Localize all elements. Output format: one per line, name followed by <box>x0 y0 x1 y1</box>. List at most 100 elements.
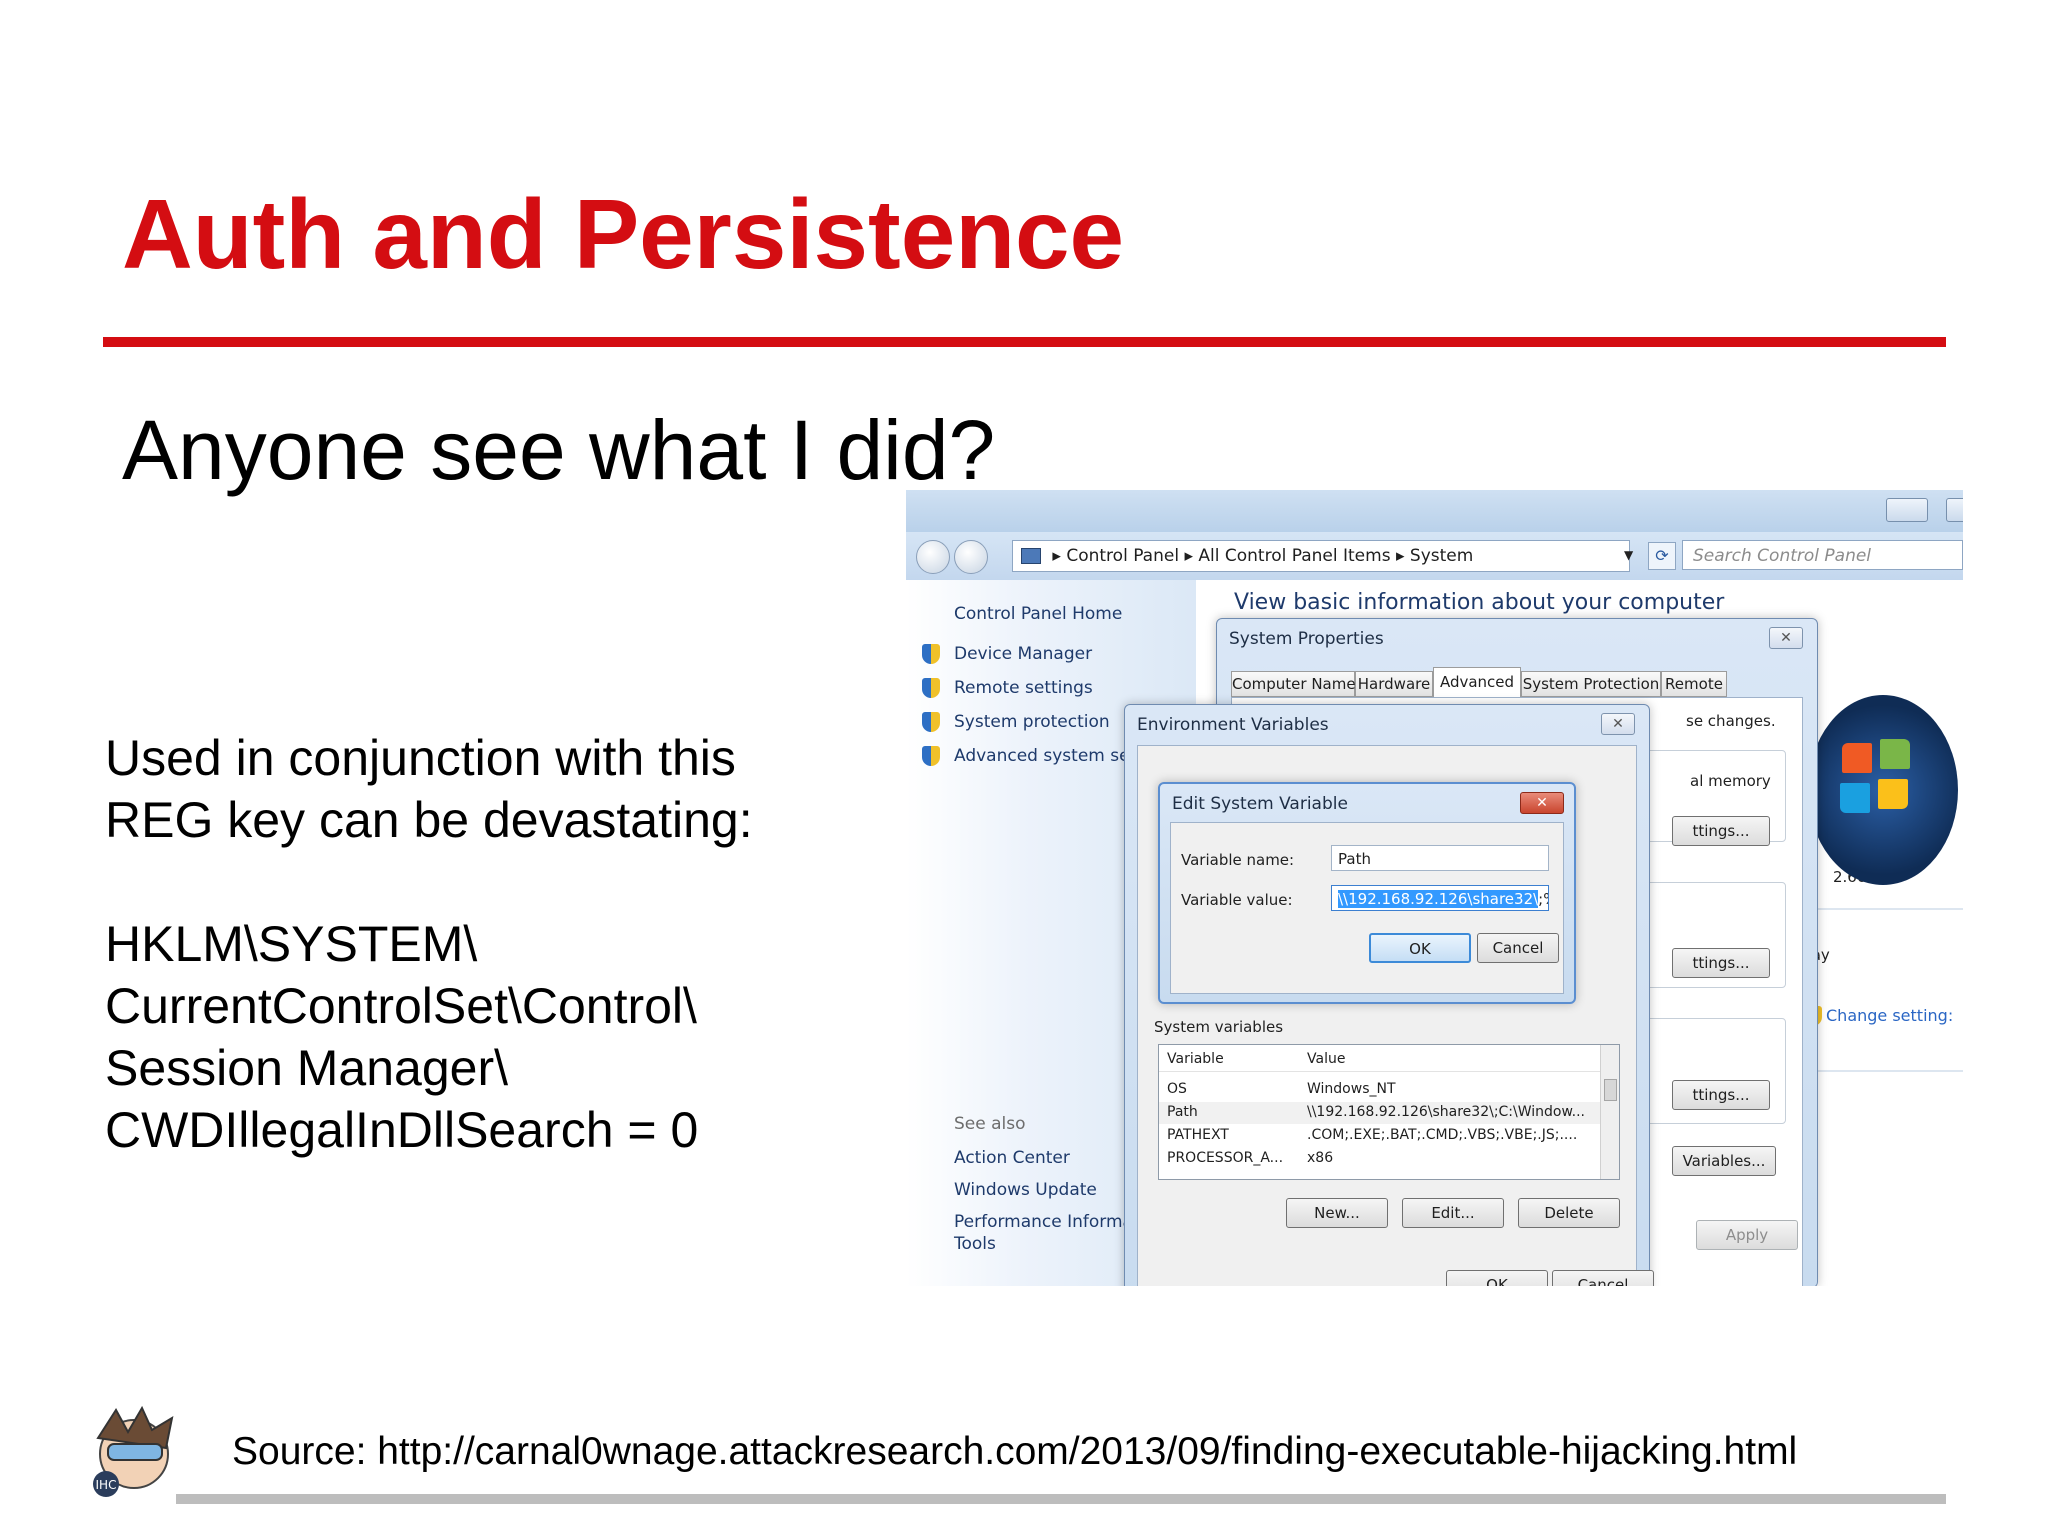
table-row[interactable]: Path \\192.168.92.126\share32\;C:\Window… <box>1159 1102 1619 1124</box>
see-also-label: See also <box>954 1114 1026 1134</box>
slide-title: Auth and Persistence <box>122 179 1125 289</box>
registry-path-line: HKLM\SYSTEM\ <box>105 916 478 972</box>
cancel-button[interactable]: Cancel <box>1552 1270 1654 1286</box>
advanced-settings-link[interactable]: Advanced system setti <box>954 746 1148 766</box>
scrollbar[interactable] <box>1600 1045 1619 1179</box>
breadcrumb-separator-icon: ▸ <box>1184 546 1199 566</box>
close-icon[interactable]: ✕ <box>1601 713 1635 735</box>
performance-settings-button[interactable]: ttings... <box>1672 816 1770 846</box>
tab-system-protection[interactable]: System Protection <box>1521 671 1661 697</box>
edit-variable-button[interactable]: Edit... <box>1402 1198 1504 1228</box>
apply-button[interactable]: Apply <box>1696 1220 1798 1250</box>
close-icon[interactable]: ✕ <box>1769 627 1803 649</box>
delete-variable-button[interactable]: Delete <box>1518 1198 1620 1228</box>
performance-tools-link[interactable]: Tools <box>954 1234 996 1254</box>
dialog-title: System Properties <box>1229 629 1384 649</box>
table-row[interactable]: OS Windows_NT <box>1159 1079 1619 1101</box>
column-header-value[interactable]: Value <box>1307 1051 1345 1067</box>
control-panel-screenshot: ▸ Control Panel ▸ All Control Panel Item… <box>906 490 1963 1286</box>
address-dropdown-icon[interactable]: ▼ <box>1624 548 1633 562</box>
value-cell: Windows_NT <box>1307 1081 1396 1097</box>
ok-button[interactable]: OK <box>1369 933 1471 963</box>
value-cell: .COM;.EXE;.BAT;.CMD;.VBS;.VBE;.JS;.... <box>1307 1127 1578 1143</box>
variable-name-label: Variable name: <box>1181 851 1295 869</box>
logo-red-pane <box>1842 743 1872 773</box>
cancel-button[interactable]: Cancel <box>1477 933 1559 963</box>
body-line: REG key can be devastating: <box>105 792 753 848</box>
remote-settings-link[interactable]: Remote settings <box>954 678 1093 698</box>
tab-remote[interactable]: Remote <box>1661 671 1727 697</box>
system-protection-link[interactable]: System protection <box>954 712 1110 732</box>
variable-cell: PATHEXT <box>1167 1127 1229 1143</box>
minimize-button[interactable] <box>1886 498 1928 522</box>
change-settings-link[interactable]: Change setting: <box>1826 1006 1953 1025</box>
windows-logo <box>1808 695 1958 885</box>
breadcrumb-system[interactable]: System <box>1410 546 1473 566</box>
body-line: Used in conjunction with this <box>105 730 736 786</box>
system-variables-label: System variables <box>1154 1018 1284 1036</box>
table-row[interactable]: PROCESSOR_A... x86 <box>1159 1148 1619 1170</box>
source-citation: Source: http://carnal0wnage.attackresear… <box>232 1430 1798 1473</box>
user-profiles-settings-button[interactable]: ttings... <box>1672 948 1770 978</box>
partial-label: al memory <box>1690 772 1771 790</box>
shield-icon <box>922 746 940 766</box>
ihc-mascot-logo: IHC <box>93 1405 174 1497</box>
registry-value-line: CWDIllegalInDllSearch = 0 <box>105 1102 699 1158</box>
ok-button[interactable]: OK <box>1446 1270 1548 1286</box>
table-row[interactable]: PATHEXT .COM;.EXE;.BAT;.CMD;.VBS;.VBE;.J… <box>1159 1125 1619 1147</box>
environment-variables-button[interactable]: Variables... <box>1672 1146 1776 1176</box>
logo-green-pane <box>1880 739 1910 769</box>
breadcrumb-separator-icon: ▸ <box>1052 546 1067 566</box>
startup-recovery-settings-button[interactable]: ttings... <box>1672 1080 1770 1110</box>
windows-update-link[interactable]: Windows Update <box>954 1180 1097 1200</box>
address-bar[interactable]: ▸ Control Panel ▸ All Control Panel Item… <box>1012 540 1630 572</box>
scrollbar-thumb[interactable] <box>1604 1079 1617 1101</box>
breadcrumb-separator-icon: ▸ <box>1395 546 1410 566</box>
device-manager-link[interactable]: Device Manager <box>954 644 1092 664</box>
footer-divider <box>176 1494 1946 1504</box>
dialog-title: Edit System Variable <box>1172 794 1348 814</box>
variable-cell: OS <box>1167 1081 1187 1097</box>
logo-yellow-pane <box>1878 779 1908 809</box>
logo-blue-pane <box>1840 783 1870 813</box>
column-header-variable[interactable]: Variable <box>1167 1051 1224 1067</box>
dialog-body: Variable name: Path Variable value: \\19… <box>1170 822 1564 994</box>
page-heading: View basic information about your comput… <box>1234 590 1725 615</box>
control-panel-home-link[interactable]: Control Panel Home <box>954 604 1122 624</box>
tab-advanced[interactable]: Advanced <box>1433 667 1521 698</box>
shield-icon <box>922 644 940 664</box>
window-titlebar <box>906 490 1963 532</box>
shield-icon <box>922 712 940 732</box>
system-variables-list[interactable]: Variable Value OS Windows_NT Path \\192.… <box>1158 1044 1620 1180</box>
tab-hardware[interactable]: Hardware <box>1355 671 1433 697</box>
variable-value-field[interactable]: \\192.168.92.126\share32\;%SystemRoot% <box>1331 885 1549 911</box>
title-divider <box>103 337 1946 347</box>
logo-text: IHC <box>96 1478 117 1492</box>
breadcrumb-control-panel[interactable]: Control Panel <box>1066 546 1179 566</box>
back-icon[interactable] <box>916 540 950 574</box>
breadcrumb-all-items[interactable]: All Control Panel Items <box>1198 546 1390 566</box>
registry-path-line: Session Manager\ <box>105 1040 509 1096</box>
forward-icon[interactable] <box>954 540 988 574</box>
refresh-icon[interactable]: ⟳ <box>1648 542 1676 570</box>
navigation-bar: ▸ Control Panel ▸ All Control Panel Item… <box>906 532 1963 580</box>
unselected-text: ;%SystemRoot% <box>1538 890 1548 908</box>
variable-name-field[interactable]: Path <box>1331 845 1549 871</box>
maximize-button[interactable] <box>1946 498 1963 522</box>
slide-subtitle: Anyone see what I did? <box>122 403 996 497</box>
search-input[interactable]: Search Control Panel <box>1682 540 1963 570</box>
variable-value-label: Variable value: <box>1181 891 1293 909</box>
dialog-title: Environment Variables <box>1137 715 1329 735</box>
registry-path-line: CurrentControlSet\Control\ <box>105 978 697 1034</box>
partial-label: se changes. <box>1686 712 1776 730</box>
performance-info-link[interactable]: Performance Informati <box>954 1212 1144 1232</box>
action-center-link[interactable]: Action Center <box>954 1148 1070 1168</box>
close-icon[interactable]: ✕ <box>1520 792 1564 814</box>
value-cell: \\192.168.92.126\share32\;C:\Window... <box>1307 1104 1586 1120</box>
computer-icon <box>1021 548 1041 564</box>
new-variable-button[interactable]: New... <box>1286 1198 1388 1228</box>
variable-cell: PROCESSOR_A... <box>1167 1150 1284 1166</box>
edit-system-variable-dialog: Edit System Variable ✕ Variable name: Pa… <box>1158 782 1576 1004</box>
selected-text: \\192.168.92.126\share32\ <box>1338 890 1539 908</box>
tab-computer-name[interactable]: Computer Name <box>1231 671 1356 697</box>
